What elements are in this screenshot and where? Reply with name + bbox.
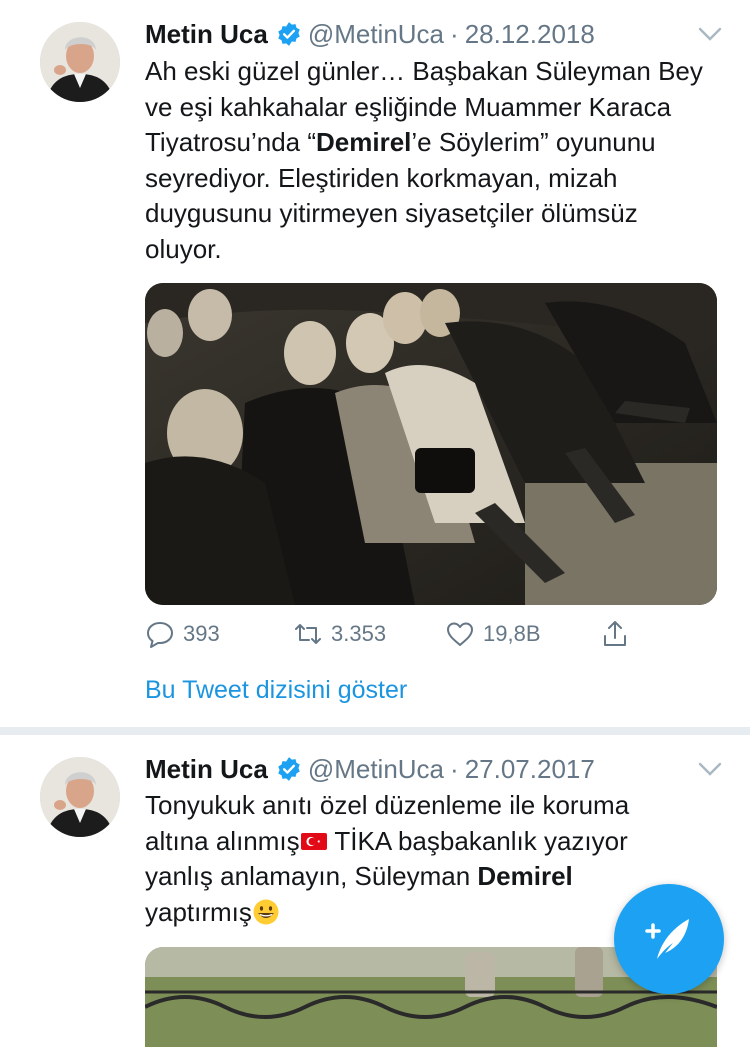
like-count: 19,8B — [483, 621, 541, 646]
tweet-actions: 393 3.353 19,8B — [145, 619, 645, 657]
author-handle[interactable]: @MetinUca — [308, 754, 444, 785]
show-thread-link[interactable]: Bu Tweet dizisini göster — [145, 676, 407, 705]
avatar-image — [40, 757, 120, 837]
turkey-flag-emoji — [300, 827, 328, 855]
tweet-date[interactable]: 27.07.2017 — [465, 754, 595, 785]
grinning-emoji — [252, 898, 280, 926]
tweet-photo[interactable] — [145, 283, 717, 605]
tweet-text-part: altına alınmış — [145, 825, 300, 856]
tweet-text-bold: Demirel — [477, 861, 573, 891]
tweet-header: Metin Uca @MetinUca · 28.12.2018 — [145, 17, 595, 51]
share-icon — [604, 621, 626, 646]
share-button[interactable] — [600, 619, 638, 649]
avatar-image — [40, 22, 120, 102]
chevron-down-icon[interactable] — [698, 24, 722, 44]
tweet-text: Ah eski güzel günler… Başbakan Süleyman … — [145, 54, 715, 267]
like-icon — [447, 622, 473, 646]
avatar[interactable] — [40, 757, 120, 837]
chevron-down-icon[interactable] — [698, 759, 722, 779]
tweet-header: Metin Uca @MetinUca · 27.07.2017 — [145, 752, 595, 786]
retweet-count: 3.353 — [331, 621, 387, 646]
header-separator: · — [450, 753, 459, 784]
verified-badge-icon — [276, 21, 302, 47]
photo-audience-theatre — [145, 283, 717, 605]
compose-tweet-button[interactable] — [614, 884, 724, 994]
retweet-icon — [295, 624, 321, 644]
tweet-text-part: yaptırmış — [145, 896, 252, 927]
header-separator: · — [450, 18, 459, 49]
reply-icon — [147, 622, 173, 648]
tweet-text-part: Tonyukuk anıtı özel düzenleme ile koruma — [145, 790, 630, 820]
like-button[interactable]: 19,8B — [445, 619, 541, 649]
author-handle[interactable]: @MetinUca — [308, 19, 444, 50]
tweet-date[interactable]: 28.12.2018 — [465, 19, 595, 50]
author-name[interactable]: Metin Uca — [145, 754, 268, 785]
reply-button[interactable]: 393 — [145, 619, 220, 649]
tweet-text-part: TİKA başbakanlık yazıyor — [327, 825, 628, 856]
verified-badge-icon — [276, 756, 302, 782]
avatar[interactable] — [40, 22, 120, 102]
author-name[interactable]: Metin Uca — [145, 19, 268, 50]
tweet-text-bold: Demirel — [316, 127, 412, 157]
tweet-1[interactable]: Metin Uca @MetinUca · 28.12.2018 Ah eski… — [0, 0, 750, 727]
tweet-text-part: yanlış anlamayın, Süleyman — [145, 861, 478, 891]
reply-count: 393 — [183, 621, 220, 646]
retweet-button[interactable]: 3.353 — [293, 619, 386, 649]
compose-feather-icon — [645, 919, 689, 959]
tweet-divider — [0, 727, 750, 735]
